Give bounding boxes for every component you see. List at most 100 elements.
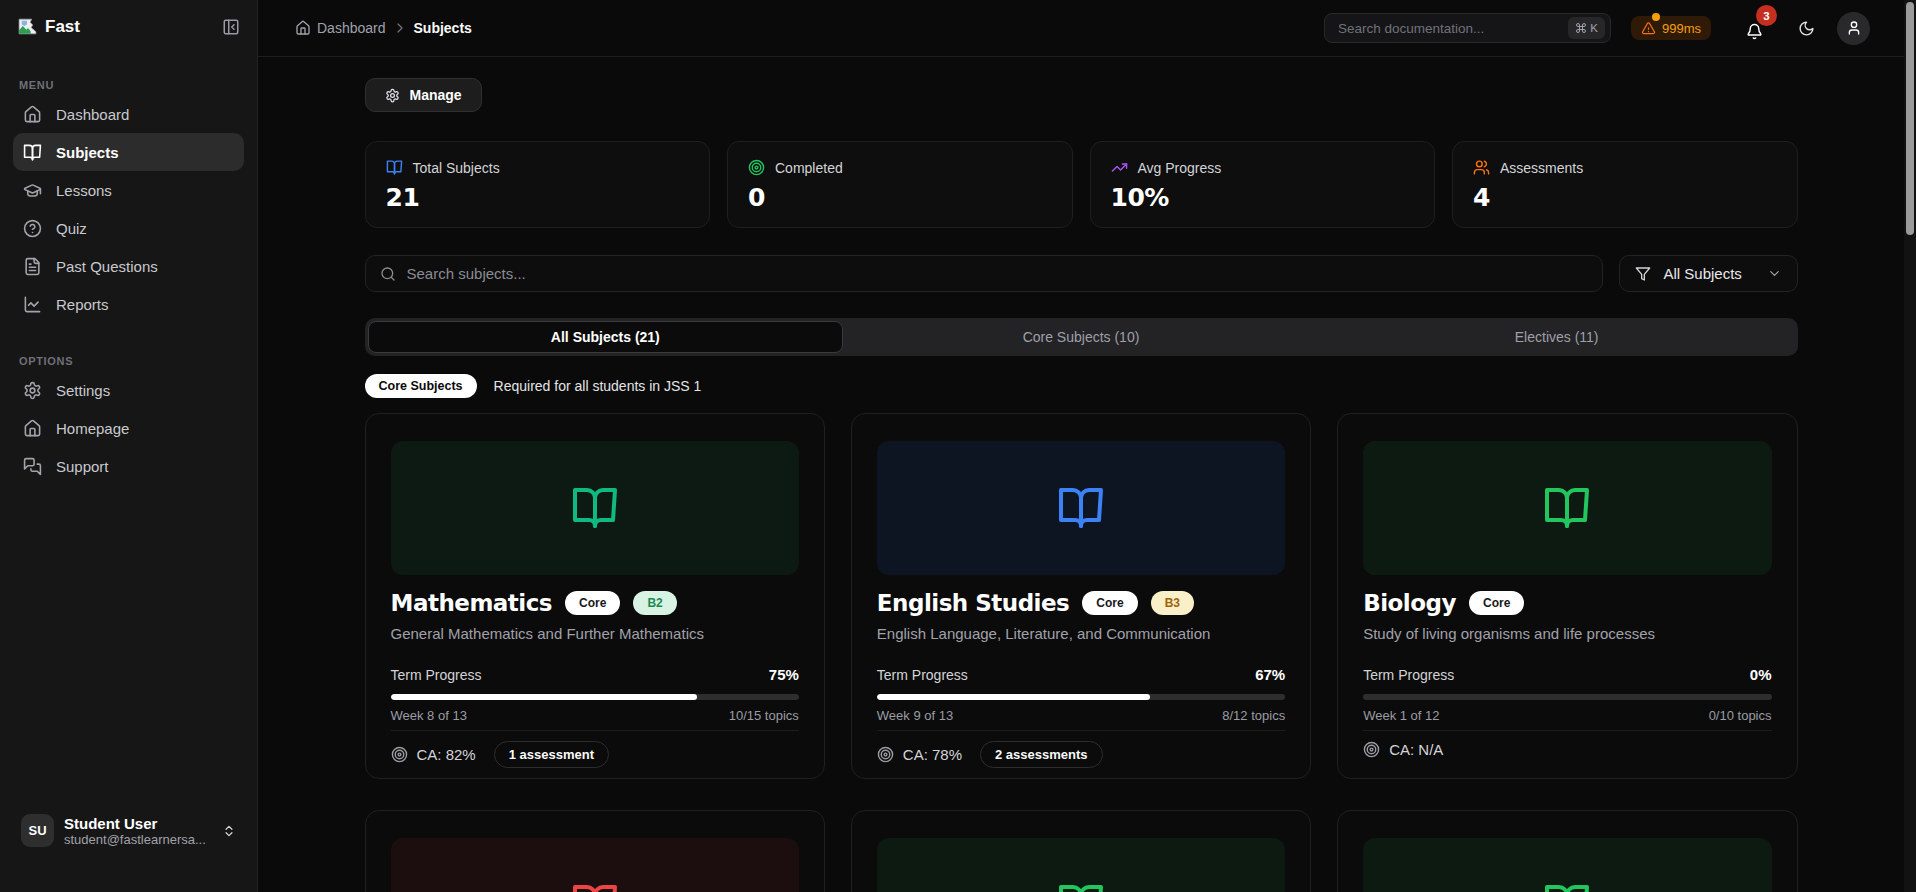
sidebar-item-dashboard[interactable]: Dashboard bbox=[13, 95, 244, 133]
progress-percent: 75% bbox=[769, 666, 799, 683]
tab-all-subjects-21[interactable]: All Subjects (21) bbox=[368, 321, 844, 353]
sidebar-header: Fast bbox=[13, 0, 244, 37]
logo-text: Fast bbox=[45, 17, 80, 37]
stat-card-total-subjects: Total Subjects 21 bbox=[365, 141, 711, 228]
messages-square-icon bbox=[23, 457, 42, 476]
subject-search[interactable] bbox=[365, 255, 1603, 292]
week-label: Week 9 of 13 bbox=[877, 708, 953, 723]
sidebar-item-settings[interactable]: Settings bbox=[13, 371, 244, 409]
broken-image-icon bbox=[17, 16, 38, 37]
sidebar-collapse-button[interactable] bbox=[222, 18, 240, 36]
scrollbar[interactable] bbox=[1904, 0, 1916, 892]
subject-title: English Studies bbox=[877, 589, 1069, 617]
stat-head: Assessments bbox=[1473, 159, 1777, 176]
subject-card[interactable] bbox=[1337, 810, 1797, 892]
sidebar-item-reports[interactable]: Reports bbox=[13, 285, 244, 323]
notifications-button[interactable]: 3 bbox=[1741, 13, 1767, 43]
sidebar-nav: MENUDashboardSubjectsLessonsQuizPast Que… bbox=[13, 37, 244, 485]
progress-bar bbox=[1363, 694, 1771, 700]
house-icon bbox=[23, 105, 42, 124]
subject-filter-dropdown[interactable]: All Subjects bbox=[1619, 255, 1798, 292]
sidebar-item-label: Lessons bbox=[56, 182, 112, 199]
notification-count-badge: 3 bbox=[1756, 5, 1777, 26]
target-icon bbox=[1363, 741, 1380, 758]
subject-title-row: BiologyCore bbox=[1363, 589, 1771, 617]
command-icon bbox=[1575, 22, 1587, 34]
tab-electives-11[interactable]: Electives (11) bbox=[1319, 321, 1795, 353]
subjects-grid: MathematicsCoreB2General Mathematics and… bbox=[365, 413, 1798, 892]
user-menu[interactable]: SU Student User student@fastlearnersa... bbox=[13, 808, 244, 853]
stat-value: 10% bbox=[1111, 183, 1415, 212]
stats-row: Total Subjects 21 Completed0 Avg Progress 10… bbox=[365, 141, 1798, 228]
doc-search[interactable]: K bbox=[1324, 13, 1611, 43]
profile-button[interactable] bbox=[1837, 12, 1870, 45]
sidebar-item-lessons[interactable]: Lessons bbox=[13, 171, 244, 209]
subject-card[interactable] bbox=[365, 810, 825, 892]
subject-card-mathematics[interactable]: MathematicsCoreB2General Mathematics and… bbox=[365, 413, 825, 779]
doc-search-input[interactable] bbox=[1338, 21, 1568, 36]
subject-card[interactable] bbox=[851, 810, 1311, 892]
topics-label: 10/15 topics bbox=[729, 708, 799, 723]
subject-search-input[interactable] bbox=[407, 265, 1588, 282]
panel-left-close-icon bbox=[222, 18, 240, 36]
trending-up-icon bbox=[1111, 159, 1128, 176]
badge-b2: B2 bbox=[633, 591, 676, 615]
progress-bar bbox=[877, 694, 1285, 700]
subject-card-english-studies[interactable]: English StudiesCoreB3English Language, L… bbox=[851, 413, 1311, 779]
user-info: Student User student@fastlearnersa... bbox=[64, 815, 206, 847]
sidebar-item-quiz[interactable]: Quiz bbox=[13, 209, 244, 247]
progress-head: Term Progress67% bbox=[877, 666, 1285, 683]
book-open-icon bbox=[1057, 881, 1105, 892]
subject-cover bbox=[391, 441, 799, 575]
sidebar: Fast MENUDashboardSubjectsLessonsQuizPas… bbox=[0, 0, 258, 892]
sidebar-item-support[interactable]: Support bbox=[13, 447, 244, 485]
subject-cover bbox=[877, 838, 1285, 892]
progress-label: Term Progress bbox=[877, 667, 968, 683]
chevrons-up-down-icon bbox=[222, 824, 236, 838]
subject-card-biology[interactable]: BiologyCore Study of living organisms and… bbox=[1337, 413, 1797, 779]
stat-label: Avg Progress bbox=[1138, 160, 1222, 176]
book-open-icon bbox=[1543, 881, 1591, 892]
topbar-actions: K 999ms 3 bbox=[1324, 12, 1870, 45]
home-icon[interactable] bbox=[295, 20, 311, 36]
avatar: SU bbox=[21, 814, 54, 847]
chevron-down-icon bbox=[1767, 266, 1782, 281]
sidebar-item-label: Past Questions bbox=[56, 258, 158, 275]
stat-card-completed: Completed0 bbox=[727, 141, 1073, 228]
book-open-icon bbox=[571, 881, 619, 892]
sidebar-item-homepage[interactable]: Homepage bbox=[13, 409, 244, 447]
latency-value: 999ms bbox=[1662, 21, 1701, 36]
subject-description: Study of living organisms and life proce… bbox=[1363, 625, 1771, 643]
main: Dashboard Subjects K 999ms bbox=[258, 0, 1916, 892]
badge-b3: B3 bbox=[1151, 591, 1194, 615]
stat-head: Total Subjects bbox=[386, 159, 690, 176]
assessments-badge: 2 assessments bbox=[980, 741, 1103, 768]
subject-title: Mathematics bbox=[391, 589, 553, 617]
subject-cover bbox=[877, 441, 1285, 575]
sidebar-item-label: Subjects bbox=[56, 144, 119, 161]
core-subjects-badge: Core Subjects bbox=[365, 374, 477, 398]
stat-label: Completed bbox=[775, 160, 843, 176]
latency-badge[interactable]: 999ms bbox=[1631, 16, 1711, 40]
subject-description: English Language, Literature, and Commun… bbox=[877, 625, 1285, 643]
progress-head: Term Progress75% bbox=[391, 666, 799, 683]
breadcrumb: Dashboard Subjects bbox=[295, 20, 472, 36]
stat-value: 21 bbox=[386, 183, 690, 212]
sidebar-item-past-questions[interactable]: Past Questions bbox=[13, 247, 244, 285]
card-footer: CA: 82%1 assessment bbox=[391, 730, 799, 768]
sidebar-item-label: Settings bbox=[56, 382, 110, 399]
theme-toggle[interactable] bbox=[1798, 20, 1815, 37]
tab-core-subjects-10[interactable]: Core Subjects (10) bbox=[843, 321, 1319, 353]
filter-label: All Subjects bbox=[1664, 265, 1742, 282]
target-icon bbox=[391, 746, 408, 763]
shortcut-key: K bbox=[1590, 22, 1598, 34]
target-icon bbox=[877, 746, 894, 763]
sidebar-item-subjects[interactable]: Subjects bbox=[13, 133, 244, 171]
breadcrumb-root[interactable]: Dashboard bbox=[317, 20, 386, 36]
card-footer: CA: 78%2 assessments bbox=[877, 730, 1285, 768]
logo[interactable]: Fast bbox=[17, 16, 80, 37]
ca-group: CA: 82% bbox=[391, 746, 476, 763]
manage-button[interactable]: Manage bbox=[365, 78, 482, 112]
user-name: Student User bbox=[64, 815, 206, 832]
scrollbar-thumb[interactable] bbox=[1906, 2, 1914, 235]
